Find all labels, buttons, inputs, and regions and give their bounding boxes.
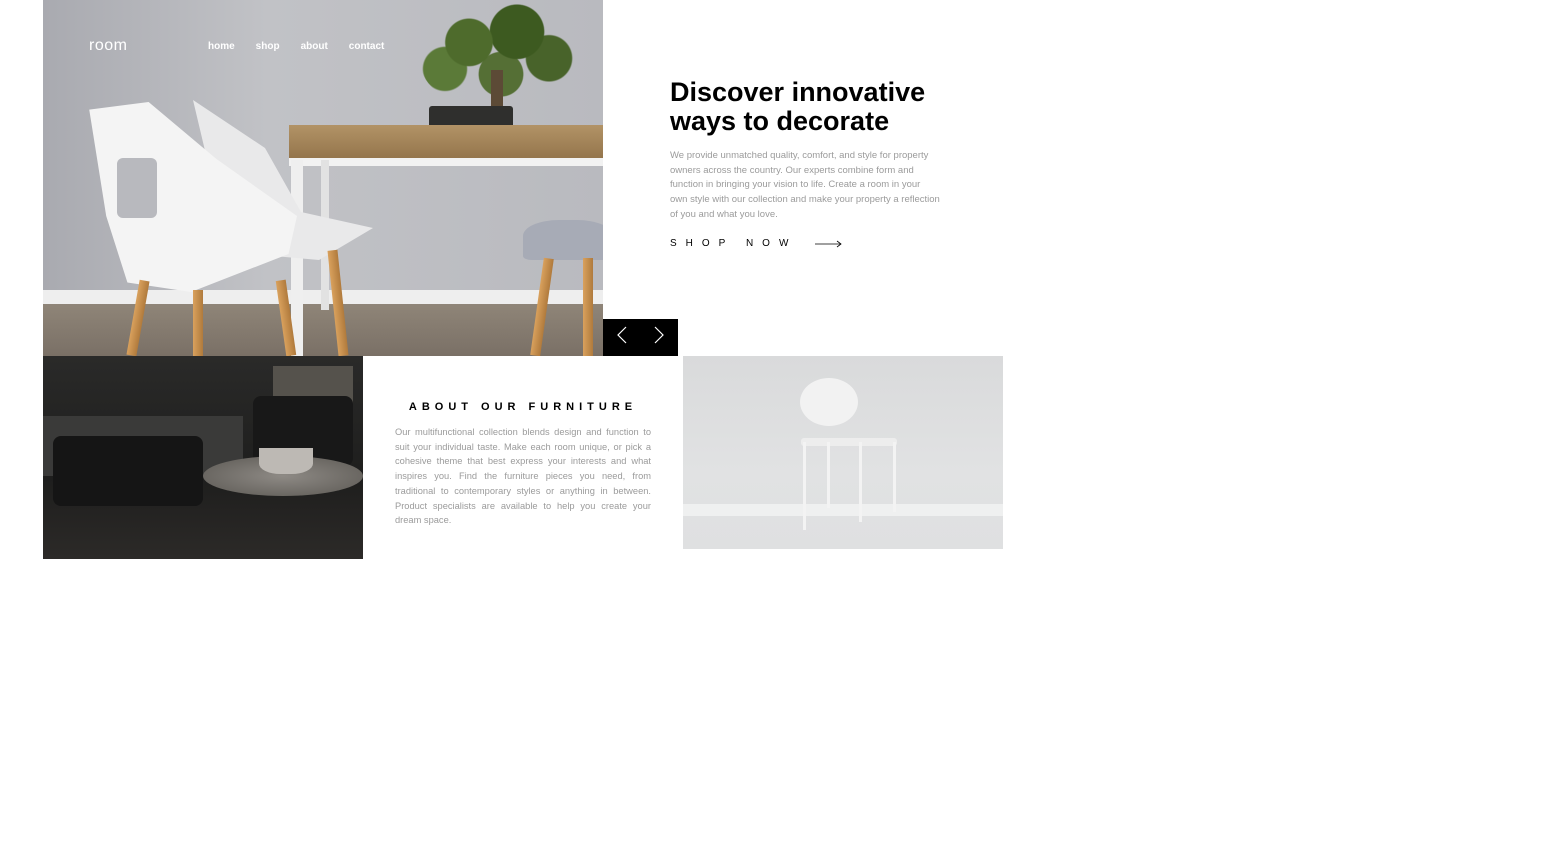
bonsai-trunk — [491, 70, 503, 110]
chair-cutout — [117, 158, 157, 218]
hero-heading-line1: Discover innovative — [670, 77, 926, 107]
chair-leg — [827, 442, 830, 508]
chair-leg — [803, 442, 806, 530]
about-title: ABOUT OUR FURNITURE — [408, 401, 638, 413]
arrow-right-icon — [815, 240, 843, 248]
slider-next-button[interactable] — [641, 319, 679, 356]
dark-interior-image — [43, 356, 363, 559]
slider-prev-button[interactable] — [603, 319, 641, 356]
nav-item-about[interactable]: about — [301, 41, 328, 52]
armchair — [53, 436, 203, 506]
bowl — [259, 448, 313, 474]
chair-leg — [583, 258, 593, 356]
about-description: Our multifunctional collection blends de… — [395, 427, 651, 526]
shop-now-link[interactable]: SHOP NOW — [670, 238, 843, 249]
chevron-left-icon — [616, 326, 627, 349]
hero-heading: Discover innovative ways to decorate — [670, 78, 970, 136]
chevron-right-icon — [654, 326, 665, 349]
chair-seat — [801, 438, 897, 446]
shop-now-label: SHOP NOW — [670, 238, 798, 249]
nav-item-shop[interactable]: shop — [256, 41, 280, 52]
table-edge — [289, 158, 603, 166]
slider-controls — [603, 319, 678, 356]
hero-description: We provide unmatched quality, comfort, a… — [670, 150, 940, 220]
nav-item-contact[interactable]: contact — [349, 41, 385, 52]
site-logo[interactable]: room — [89, 37, 127, 55]
hero-heading-line2: ways to decorate — [670, 106, 890, 136]
main-nav: home shop about contact — [208, 41, 405, 52]
chair-leg — [859, 442, 862, 522]
chair-leg — [193, 290, 203, 356]
light-chair-image — [683, 356, 1003, 549]
chair-backrest — [800, 378, 858, 426]
baseboard — [683, 504, 1003, 516]
nav-item-home[interactable]: home — [208, 41, 235, 52]
chair-leg — [893, 442, 896, 512]
back-chair — [523, 220, 603, 260]
